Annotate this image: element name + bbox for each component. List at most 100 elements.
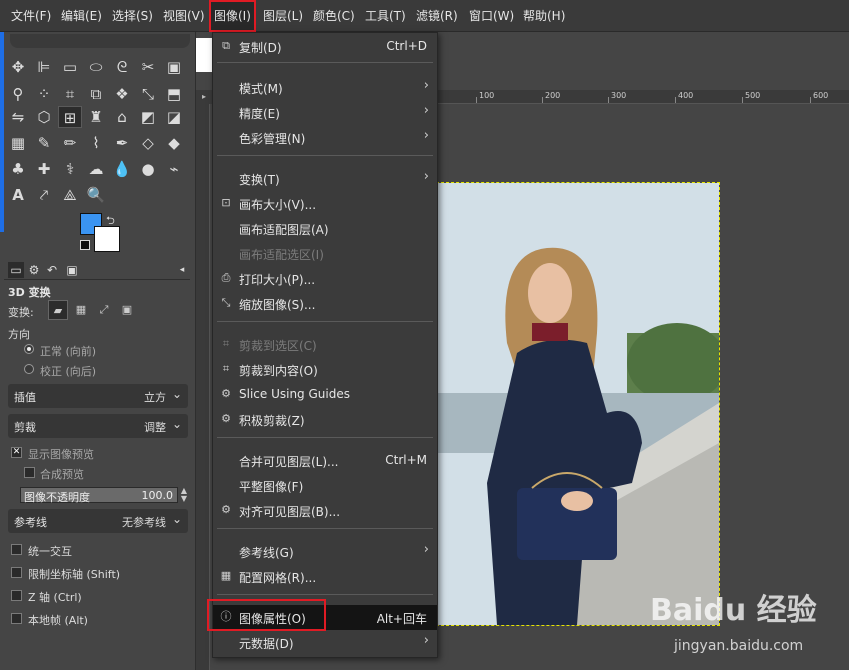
- transform-mode-path-icon[interactable]: ⤢: [94, 300, 114, 320]
- eraser-alt-icon[interactable]: ◆: [162, 132, 186, 154]
- measure-tool-icon[interactable]: ⟁: [58, 184, 82, 206]
- scale-tool-icon[interactable]: ⤡: [136, 83, 160, 105]
- handle-transform-icon[interactable]: ⌂: [110, 106, 134, 128]
- bucket-fill-icon[interactable]: ◩: [136, 106, 160, 128]
- color-picker-icon[interactable]: ⤤: [32, 184, 56, 206]
- transform-mode-selection-icon[interactable]: ▦: [71, 300, 91, 320]
- menu-select[interactable]: 选择(S): [107, 0, 158, 32]
- menu-image[interactable]: 图像(I): [209, 0, 256, 32]
- scissors-select-icon[interactable]: ✂: [136, 56, 160, 78]
- device-status-tab-icon[interactable]: ⚙: [26, 262, 42, 278]
- guides-dropdown[interactable]: 参考线 无参考线 ⌄: [8, 509, 188, 533]
- heal-tool-icon[interactable]: ✚: [32, 158, 56, 180]
- quick-mask-corner-icon[interactable]: ▸: [196, 90, 212, 104]
- menu-item-fit-canvas-layers[interactable]: 画布适配图层(A): [213, 216, 437, 241]
- menu-view[interactable]: 视图(V): [158, 0, 210, 32]
- clipping-dropdown[interactable]: 剪裁 调整 ⌄: [8, 414, 188, 438]
- tool-options-tab-icon[interactable]: ▭: [8, 262, 24, 278]
- composited-preview-checkbox[interactable]: [24, 467, 35, 478]
- image-canvas[interactable]: [436, 182, 720, 626]
- menu-help[interactable]: 帮助(H): [518, 0, 570, 32]
- menu-item-configure-grid[interactable]: ▦ 配置网格(R)...: [213, 564, 437, 589]
- menu-colors[interactable]: 颜色(C): [308, 0, 360, 32]
- interpolation-dropdown[interactable]: 插值 立方 ⌄: [8, 384, 188, 408]
- menu-item-align-visible[interactable]: ⚙ 对齐可见图层(B)...: [213, 498, 437, 523]
- unified-transform-icon[interactable]: ⧉: [84, 83, 108, 105]
- transform-mode-image-icon[interactable]: ▣: [117, 300, 137, 320]
- configure-tab-icon[interactable]: ◂: [174, 262, 190, 278]
- menu-filters[interactable]: 滤镜(R): [411, 0, 463, 32]
- swap-colors-icon[interactable]: ⮌: [106, 212, 115, 231]
- unified-interaction-checkbox[interactable]: [11, 544, 22, 555]
- menu-layer[interactable]: 图层(L): [258, 0, 308, 32]
- menu-item-flatten[interactable]: 平整图像(F): [213, 473, 437, 498]
- menu-item-label: 元数据(D): [239, 637, 294, 651]
- show-preview-checkbox[interactable]: ✕: [11, 447, 22, 458]
- menu-item-slice-using-guides[interactable]: ⚙ Slice Using Guides: [213, 382, 437, 407]
- smudge-tool-icon[interactable]: ☁: [84, 158, 108, 180]
- ellipse-select-icon[interactable]: ⬭: [84, 56, 108, 78]
- ink-tool-icon[interactable]: ✒: [110, 132, 134, 154]
- shear-tool-icon[interactable]: ⬒: [162, 83, 186, 105]
- zoom-tool-icon[interactable]: 🔍: [84, 184, 108, 206]
- unified-interaction-label: 统一交互: [28, 545, 72, 558]
- menu-item-merge-visible[interactable]: 合并可见图层(L)... Ctrl+M: [213, 448, 437, 473]
- warp-transform-icon[interactable]: ❖: [110, 83, 134, 105]
- fuzzy-select-icon[interactable]: ⚲: [6, 83, 30, 105]
- 3d-transform-icon[interactable]: ⊞: [58, 106, 82, 128]
- menu-file[interactable]: 文件(F): [6, 0, 56, 32]
- dodge-burn-icon[interactable]: 💧: [110, 158, 134, 180]
- menu-item-metadata[interactable]: 元数据(D) ›: [213, 630, 437, 655]
- cage-transform-icon[interactable]: ♜: [84, 106, 108, 128]
- baidu-jingyan-watermark: Baidu 经验 jingyan.baidu.com: [650, 593, 817, 654]
- menu-item-canvas-size[interactable]: ⊡ 画布大小(V)...: [213, 191, 437, 216]
- pencil-icon[interactable]: ✏: [58, 132, 82, 154]
- chevron-right-icon: ›: [423, 78, 429, 93]
- perspective-icon[interactable]: ⬡: [32, 106, 56, 128]
- menu-item-duplicate[interactable]: ⧉ 复制(D) Ctrl+D: [213, 34, 437, 59]
- eraser-icon[interactable]: ◇: [136, 132, 160, 154]
- direction-corrective-radio[interactable]: [24, 364, 34, 374]
- menu-item-zealous-crop[interactable]: ⚙ 积极剪裁(Z): [213, 407, 437, 432]
- menu-tools[interactable]: 工具(T): [360, 0, 411, 32]
- z-axis-checkbox[interactable]: [11, 590, 22, 601]
- local-frame-checkbox[interactable]: [11, 613, 22, 624]
- paths-tool-icon[interactable]: ⌁: [162, 158, 186, 180]
- transform-mode-layer-icon[interactable]: ▰: [48, 300, 68, 320]
- menu-windows[interactable]: 窗口(W): [464, 0, 519, 32]
- text-tool-icon[interactable]: A: [6, 184, 30, 206]
- rect-select-icon[interactable]: ▭: [58, 56, 82, 78]
- menu-edit[interactable]: 编辑(E): [56, 0, 107, 32]
- menu-item-color-management[interactable]: 色彩管理(N) ›: [213, 125, 437, 150]
- default-colors-icon[interactable]: [80, 240, 90, 250]
- gradient-tool-icon[interactable]: ◪: [162, 106, 186, 128]
- image-opacity-slider[interactable]: 图像不透明度 100.0: [20, 487, 178, 504]
- align-tool-icon[interactable]: ⊫: [32, 56, 56, 78]
- crop-tool-icon[interactable]: ⌗: [58, 83, 82, 105]
- mypaint-brush-icon[interactable]: ▦: [6, 132, 30, 154]
- opacity-spinner-icon[interactable]: ▲ ▼: [179, 487, 189, 503]
- free-select-icon[interactable]: ᘓ: [110, 56, 134, 78]
- foreground-select-icon[interactable]: ▣: [162, 56, 186, 78]
- menu-item-crop-to-content[interactable]: ⌗ 剪裁到内容(O): [213, 357, 437, 382]
- images-tab-icon[interactable]: ▣: [64, 262, 80, 278]
- undo-history-tab-icon[interactable]: ↶: [44, 262, 60, 278]
- menu-item-transform[interactable]: 变换(T) ›: [213, 166, 437, 191]
- move-tool-icon[interactable]: ✥: [6, 56, 30, 78]
- show-preview-label: 显示图像预览: [28, 448, 94, 461]
- clone-tool-icon[interactable]: ♣: [6, 158, 30, 180]
- blur-tool-icon[interactable]: ●: [136, 158, 160, 180]
- perspective-clone-icon[interactable]: ⚕: [58, 158, 82, 180]
- menu-item-print-size[interactable]: ⎙ 打印大小(P)...: [213, 266, 437, 291]
- paintbrush-icon[interactable]: ✎: [32, 132, 56, 154]
- color-select-icon[interactable]: ⁘: [32, 83, 56, 105]
- menu-item-label: 剪裁到选区(C): [239, 339, 317, 353]
- direction-normal-radio[interactable]: [24, 344, 34, 354]
- airbrush-icon[interactable]: ⌇: [84, 132, 108, 154]
- flip-tool-icon[interactable]: ⇋: [6, 106, 30, 128]
- constrain-axis-checkbox[interactable]: [11, 567, 22, 578]
- menu-item-mode[interactable]: 模式(M) ›: [213, 75, 437, 100]
- menu-item-precision[interactable]: 精度(E) ›: [213, 100, 437, 125]
- menu-item-guides[interactable]: 参考线(G) ›: [213, 539, 437, 564]
- menu-item-scale-image[interactable]: ⤡ 缩放图像(S)...: [213, 291, 437, 316]
